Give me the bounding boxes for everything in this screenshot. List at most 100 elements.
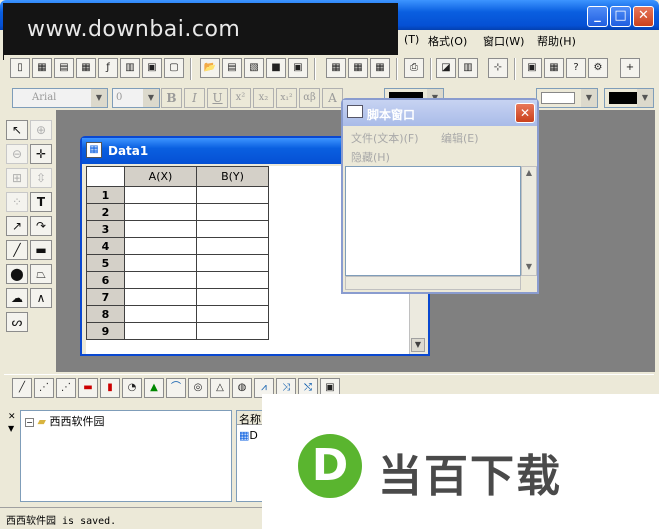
import-ascii-icon[interactable]: ▦ [326, 58, 346, 78]
new-excel-icon[interactable]: ▥ [120, 58, 140, 78]
grid-cell[interactable] [124, 237, 197, 255]
grid-cell[interactable] [124, 288, 197, 306]
row-header[interactable]: 6 [86, 271, 125, 289]
scatter-plot-icon[interactable]: ⋰ [34, 378, 54, 398]
tree-item-root[interactable]: − ▰ 西西软件园 [25, 413, 104, 429]
polygon-tool-icon[interactable]: ⏢ [30, 264, 52, 284]
grid-cell[interactable] [124, 322, 197, 340]
grid-cell[interactable] [124, 203, 197, 221]
new-matrix-icon[interactable]: ▦ [76, 58, 96, 78]
add-column-icon[interactable]: + [620, 58, 640, 78]
grid-cell[interactable] [196, 271, 269, 289]
grid-cell[interactable] [124, 254, 197, 272]
grid-cell[interactable] [196, 254, 269, 272]
duplicate-icon[interactable]: ▥ [458, 58, 478, 78]
draw-data-icon[interactable]: ⁘ [6, 192, 28, 212]
region-tool-icon[interactable]: ☁ [6, 288, 28, 308]
menu-window[interactable]: 窗口(W) [483, 33, 524, 49]
row-header[interactable]: 4 [86, 237, 125, 255]
grid-cell[interactable] [196, 288, 269, 306]
collapse-icon[interactable]: − [25, 418, 34, 427]
fill-area-icon[interactable]: ⌒ [166, 378, 186, 398]
grid-cell[interactable] [196, 305, 269, 323]
maximize-button[interactable]: □ [610, 6, 631, 27]
column-header-b[interactable]: B(Y) [196, 166, 269, 187]
script-menu-edit[interactable]: 编辑(E) [441, 130, 479, 146]
row-header[interactable]: 9 [86, 322, 125, 340]
grid-cell[interactable] [124, 305, 197, 323]
superscript-button[interactable]: x² [230, 88, 251, 108]
subscript-button[interactable]: x₂ [253, 88, 274, 108]
row-header[interactable]: 2 [86, 203, 125, 221]
menu-tools[interactable]: (T) [404, 33, 419, 46]
import-multi-icon[interactable]: ▦ [348, 58, 368, 78]
line-tool-icon[interactable]: ╱ [6, 240, 28, 260]
project-tree[interactable]: − ▰ 西西软件园 [20, 410, 232, 502]
pie-chart-icon[interactable]: ◔ [122, 378, 142, 398]
scroll-up-icon[interactable]: ▲ [523, 168, 535, 180]
minimize-button[interactable]: _ [587, 6, 608, 27]
code-builder-icon[interactable]: ? [566, 58, 586, 78]
new-graph-icon[interactable]: ▤ [54, 58, 74, 78]
greek-button[interactable]: αβ [299, 88, 320, 108]
size-select[interactable]: 0 ▼ [112, 88, 160, 108]
row-header[interactable]: 7 [86, 288, 125, 306]
contour-plot-icon[interactable]: ◍ [232, 378, 252, 398]
print-icon[interactable]: ⎙ [404, 58, 424, 78]
open-template-icon[interactable]: ▤ [222, 58, 242, 78]
ternary-plot-icon[interactable]: △ [210, 378, 230, 398]
column-plot-icon[interactable]: ▮ [100, 378, 120, 398]
text-tool-icon[interactable]: T [30, 192, 52, 212]
custom-routine-icon[interactable]: ⚙ [588, 58, 608, 78]
project-explorer-icon[interactable]: ⊹ [488, 58, 508, 78]
rectangle-tool-icon[interactable]: ▬ [30, 240, 52, 260]
supsub-button[interactable]: x₁² [276, 88, 297, 108]
new-worksheet-icon[interactable]: ▦ [32, 58, 52, 78]
circle-tool-icon[interactable]: ⬤ [6, 264, 28, 284]
save-template-icon[interactable]: ▣ [288, 58, 308, 78]
font-select[interactable]: Arial ▼ [12, 88, 108, 108]
freehand-tool-icon[interactable]: ᔕ [6, 312, 28, 332]
import-icon[interactable]: ▦ [370, 58, 390, 78]
grid-cell[interactable] [196, 220, 269, 238]
menu-help[interactable]: 帮助(H) [537, 33, 576, 49]
fill-color-select[interactable]: ▼ [604, 88, 654, 108]
area-plot-icon[interactable]: ▲ [144, 378, 164, 398]
new-notes-icon[interactable]: ▢ [164, 58, 184, 78]
results-log-icon[interactable]: ▣ [522, 58, 542, 78]
font-size-up-button[interactable]: A [322, 88, 343, 108]
menu-format[interactable]: 格式(O) [428, 33, 467, 49]
fill-pattern-select[interactable]: ▼ [536, 88, 598, 108]
bold-button[interactable]: B [161, 88, 182, 108]
grid-cell[interactable] [124, 186, 197, 204]
script-hscrollbar[interactable] [345, 276, 521, 290]
pointer-icon[interactable]: ↖ [6, 120, 28, 140]
script-close-button[interactable]: ✕ [515, 103, 535, 123]
refresh-icon[interactable]: ◪ [436, 58, 456, 78]
new-project-icon[interactable]: ▯ [10, 58, 30, 78]
open-folder-icon[interactable]: 📂 [200, 58, 220, 78]
grid-cell[interactable] [196, 237, 269, 255]
grid-cell[interactable] [124, 220, 197, 238]
bar-plot-icon[interactable]: ▬ [78, 378, 98, 398]
explorer-close-icon[interactable]: ✕ [8, 412, 18, 422]
polar-plot-icon[interactable]: ◎ [188, 378, 208, 398]
script-window[interactable]: 脚本窗口 ✕ 文件(文本)(F) 编辑(E) 隐藏(H) ▲ ▼ [341, 98, 539, 294]
grid-cell[interactable] [124, 271, 197, 289]
list-item[interactable]: ▦D [239, 429, 258, 442]
row-header[interactable]: 8 [86, 305, 125, 323]
script-window-icon[interactable]: ▦ [544, 58, 564, 78]
explorer-pin-icon[interactable]: ▼ [8, 424, 18, 434]
script-scrollbar[interactable]: ▲ ▼ [521, 166, 537, 276]
new-layout-icon[interactable]: ▣ [142, 58, 162, 78]
grid-cell[interactable] [196, 322, 269, 340]
row-header[interactable]: 5 [86, 254, 125, 272]
column-header-a[interactable]: A(X) [124, 166, 197, 187]
new-function-icon[interactable]: ƒ [98, 58, 118, 78]
save-icon[interactable]: ■ [266, 58, 286, 78]
row-header[interactable]: 1 [86, 186, 125, 204]
close-button[interactable]: ✕ [633, 6, 654, 27]
script-title-bar[interactable]: 脚本窗口 ✕ [343, 100, 537, 126]
zoom-in-icon[interactable]: ⊕ [30, 120, 52, 140]
line-plot-icon[interactable]: ╱ [12, 378, 32, 398]
